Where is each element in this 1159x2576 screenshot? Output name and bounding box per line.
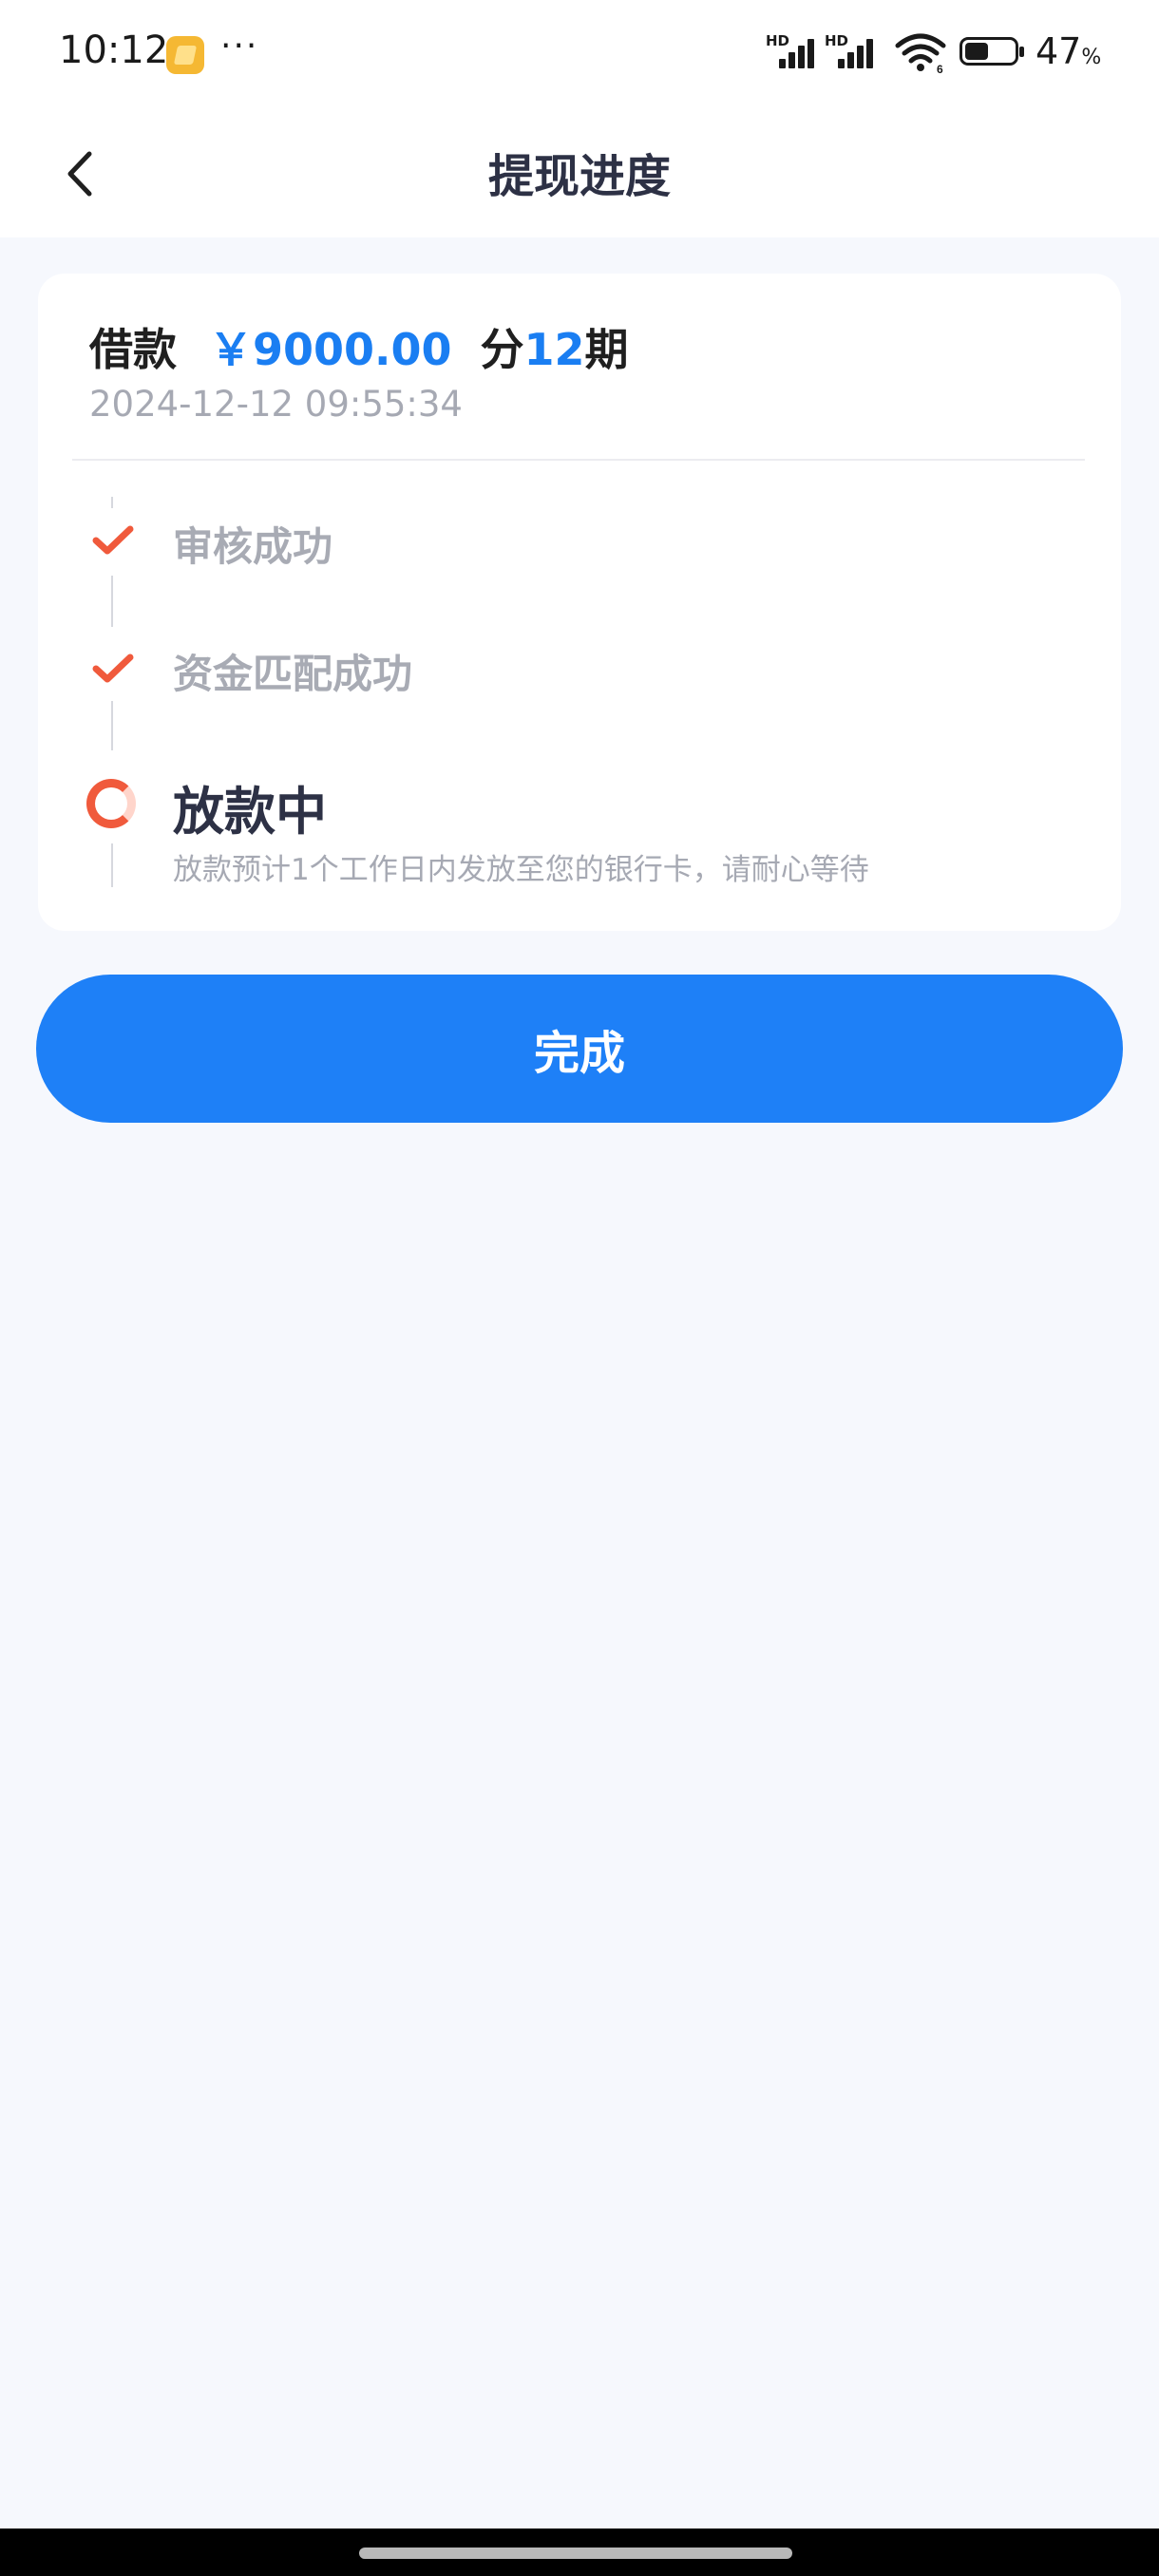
notes-app-icon <box>166 36 204 74</box>
step-disbursing-description: 放款预计1个工作日内发放至您的银行卡，请耐心等待 <box>173 853 869 887</box>
timeline-line <box>111 701 113 750</box>
check-icon <box>92 653 134 683</box>
page-title: 提现进度 <box>487 150 671 203</box>
more-notifications-icon: ··· <box>220 27 259 66</box>
withdrawal-progress-card: 借款 ￥9000.00 分12期 2024-12-12 09:55:34 审核成功 … <box>38 274 1121 931</box>
check-icon <box>92 525 134 555</box>
cellular-signal-icon: HD <box>766 32 819 70</box>
hd-label: HD <box>825 32 849 49</box>
battery-level: 47% <box>1036 30 1102 72</box>
cellular-signal-icon: HD <box>825 32 878 70</box>
loan-summary: 借款 ￥9000.00 分12期 <box>89 315 629 378</box>
loan-label: 借款 <box>89 324 177 375</box>
svg-text:6: 6 <box>937 63 943 74</box>
step-disbursing: 放款中 <box>173 782 327 842</box>
home-indicator[interactable] <box>359 2548 792 2559</box>
loan-period: 分12期 <box>480 324 629 375</box>
status-time: 10:12 <box>59 28 169 72</box>
step-review-success: 审核成功 <box>173 523 333 570</box>
battery-icon <box>960 37 1024 66</box>
loading-spinner-icon <box>86 779 136 828</box>
divider <box>72 459 1085 461</box>
loan-datetime: 2024-12-12 09:55:34 <box>89 384 463 425</box>
timeline-line <box>111 576 113 627</box>
timeline-line <box>111 843 113 887</box>
done-button[interactable]: 完成 <box>36 975 1123 1123</box>
nav-bar: 提现进度 <box>0 104 1159 237</box>
step-funds-matched: 资金匹配成功 <box>173 651 413 697</box>
status-bar: 10:12 ··· HD HD 6 47% <box>0 0 1159 104</box>
hd-label: HD <box>766 32 790 49</box>
wifi-icon: 6 <box>895 33 946 74</box>
timeline-line <box>111 497 113 508</box>
system-nav-bar <box>0 2529 1159 2576</box>
loan-amount: ￥9000.00 <box>209 324 452 375</box>
